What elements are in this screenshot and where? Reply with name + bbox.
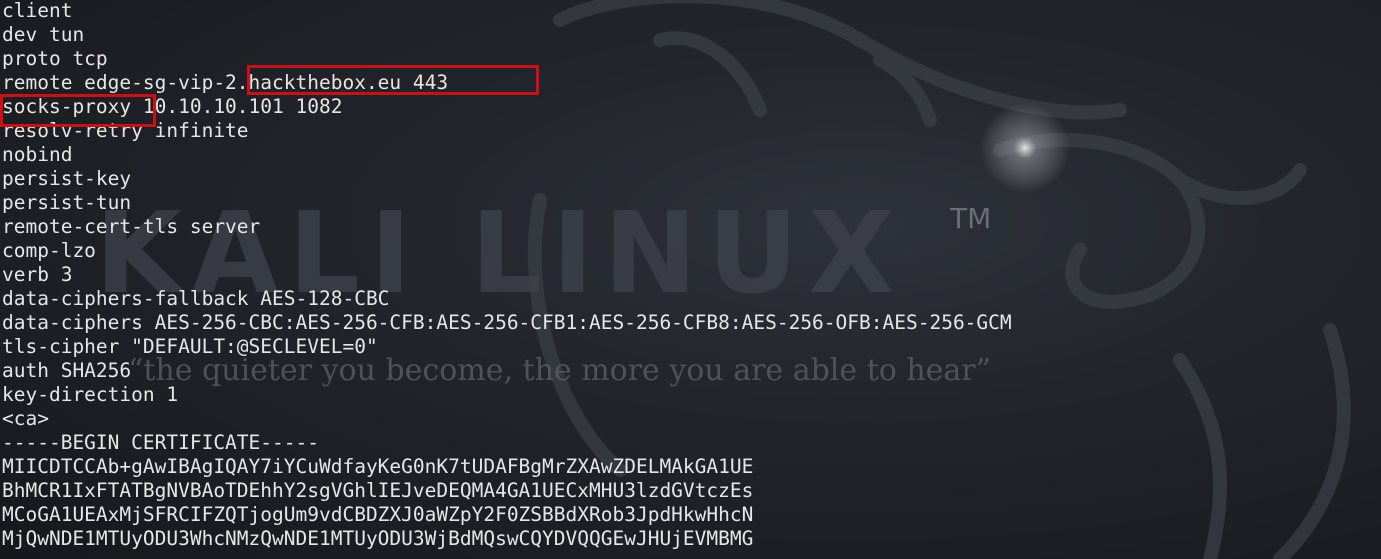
terminal-line: verb 3 xyxy=(2,263,73,286)
terminal-line: -----BEGIN CERTIFICATE----- xyxy=(2,431,319,454)
terminal-line: proto tcp xyxy=(2,47,108,70)
terminal-line: <ca> xyxy=(2,407,49,430)
terminal-output[interactable]: client dev tun proto tcp remote edge-sg-vip… xyxy=(2,0,1372,551)
terminal-line: MjQwNDE1MTUyODU3WhcNMzQwNDE1MTUyODU3WjBd… xyxy=(2,527,754,550)
terminal-line: MIICDTCCAb+gAwIBAgIQAY7iYCuWdfayKeG0nK7t… xyxy=(2,455,754,478)
terminal-line: persist-tun xyxy=(2,191,132,214)
terminal-line: key-direction 1 xyxy=(2,383,179,406)
terminal-line: persist-key xyxy=(2,167,132,190)
terminal-line: data-ciphers AES-256-CBC:AES-256-CFB:AES… xyxy=(2,311,1012,334)
terminal-line: remote-cert-tls server xyxy=(2,215,261,238)
terminal-line: MCoGA1UEAxMjSFRCIFZQTjogUm9vdCBDZXJ0aWZp… xyxy=(2,503,754,526)
terminal-line: dev tun xyxy=(2,23,85,46)
terminal-line: data-ciphers-fallback AES-128-CBC xyxy=(2,287,390,310)
terminal-line: client xyxy=(2,0,73,22)
terminal-line: auth SHA256 xyxy=(2,359,132,382)
terminal-line: nobind xyxy=(2,143,73,166)
terminal-line: tls-cipher "DEFAULT:@SECLEVEL=0" xyxy=(2,335,378,358)
terminal-line: BhMCR1IxFTATBgNVBAoTDEhhY2sgVGhlIEJveDEQ… xyxy=(2,479,754,502)
terminal-line: socks-proxy 10.10.10.101 1082 xyxy=(2,95,343,118)
terminal-window[interactable]: KALI LINUX TM “the quieter you become, t… xyxy=(0,0,1381,559)
terminal-line: resolv-retry infinite xyxy=(2,119,249,142)
terminal-line: remote edge-sg-vip-2.hackthebox.eu 443 xyxy=(2,71,449,94)
terminal-line: comp-lzo xyxy=(2,239,96,262)
